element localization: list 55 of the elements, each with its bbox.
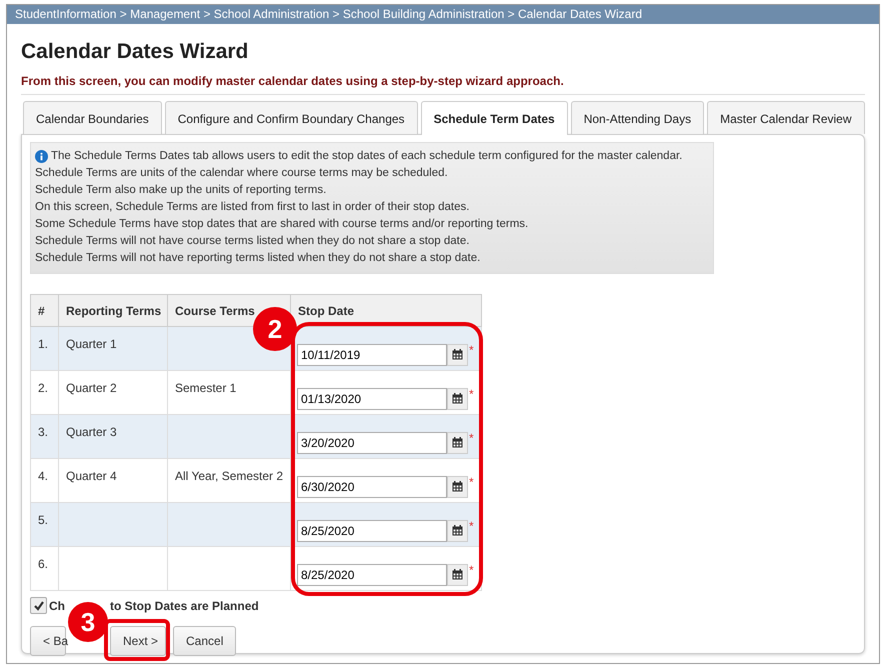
info-text: Schedule Terms will not have course terms listed when they do not share a stop date. (35, 234, 470, 249)
calendar-icon (452, 481, 463, 492)
date-field[interactable]: 10/11/2019 (297, 344, 447, 366)
checkbox-label: Ch (49, 598, 65, 612)
table-cell: 1. (30, 326, 58, 370)
info-text: On this screen, Schedule Terms are listed from first to last in order of their stop dates. (35, 200, 470, 215)
column-header: Reporting Terms (58, 294, 168, 326)
wizard-button[interactable]: < Ba (30, 626, 66, 656)
table-cell: Quarter 1 (58, 326, 168, 370)
calendar-icon (452, 393, 463, 404)
calendar-button[interactable] (447, 564, 468, 586)
info-text: The Schedule Terms Dates tab allows users to edit the stop dates of each schedule term configured for the master calendar. (51, 149, 682, 164)
date-field[interactable]: 3/20/2020 (297, 432, 447, 454)
info-text: Some Schedule Terms have stop dates that are shared with course terms and/or reporting terms. (35, 217, 528, 232)
column-header: # (30, 294, 58, 326)
date-field[interactable]: 6/30/2020 (297, 476, 447, 498)
date-field[interactable]: 8/25/2020 (297, 564, 447, 586)
table-cell: 3. (30, 414, 58, 458)
wizard-button[interactable]: Cancel (173, 626, 236, 656)
page-title: Calendar Dates Wizard (21, 40, 250, 64)
date-field[interactable]: 8/25/2020 (297, 520, 447, 542)
tab[interactable]: Configure and Confirm Boundary Changes (164, 101, 418, 134)
calendar-button[interactable] (447, 432, 468, 454)
tab[interactable]: Calendar Boundaries (23, 101, 162, 134)
tab[interactable]: Non-Attending Days (570, 101, 704, 134)
info-text: Schedule Terms are units of the calendar where course terms may be scheduled. (35, 166, 448, 181)
required-mark: * (469, 344, 474, 356)
info-icon (35, 150, 48, 163)
page-description: From this screen, you can modify master calendar dates using a step-by-step wizard approach. (21, 74, 865, 95)
table-cell: 6. (30, 546, 58, 590)
table-cell: Quarter 3 (58, 414, 168, 458)
info-text: Schedule Term also make up the units of reporting terms. (35, 183, 326, 198)
calendar-icon (452, 569, 463, 580)
date-field[interactable]: 01/13/2020 (297, 388, 447, 410)
tab[interactable]: Master Calendar Review (707, 101, 864, 134)
required-mark: * (469, 520, 474, 532)
checkbox-label: to Stop Dates are Planned (110, 598, 259, 612)
required-mark: * (469, 564, 474, 576)
calendar-button[interactable] (447, 344, 468, 366)
calendar-icon (452, 525, 463, 536)
calendar-button[interactable] (447, 520, 468, 542)
calendar-button[interactable] (447, 388, 468, 410)
wizard-button[interactable]: Next > (110, 626, 166, 656)
required-mark: * (469, 388, 474, 400)
breadcrumb: StudentInformation > Management > School Administration > School Building Administration > Calendar Dates Wizard (7, 5, 879, 24)
step-badge: 3 (68, 602, 108, 642)
checkbox[interactable] (30, 597, 47, 614)
info-text: Schedule Terms will not have reporting terms listed when they do not share a stop date. (35, 251, 480, 266)
required-mark: * (469, 432, 474, 444)
required-mark: * (469, 476, 474, 488)
calendar-icon (452, 349, 463, 360)
calendar-button[interactable] (447, 476, 468, 498)
calendar-icon (452, 437, 463, 448)
tab[interactable]: Schedule Term Dates (420, 101, 568, 135)
table-cell: 5. (30, 502, 58, 546)
